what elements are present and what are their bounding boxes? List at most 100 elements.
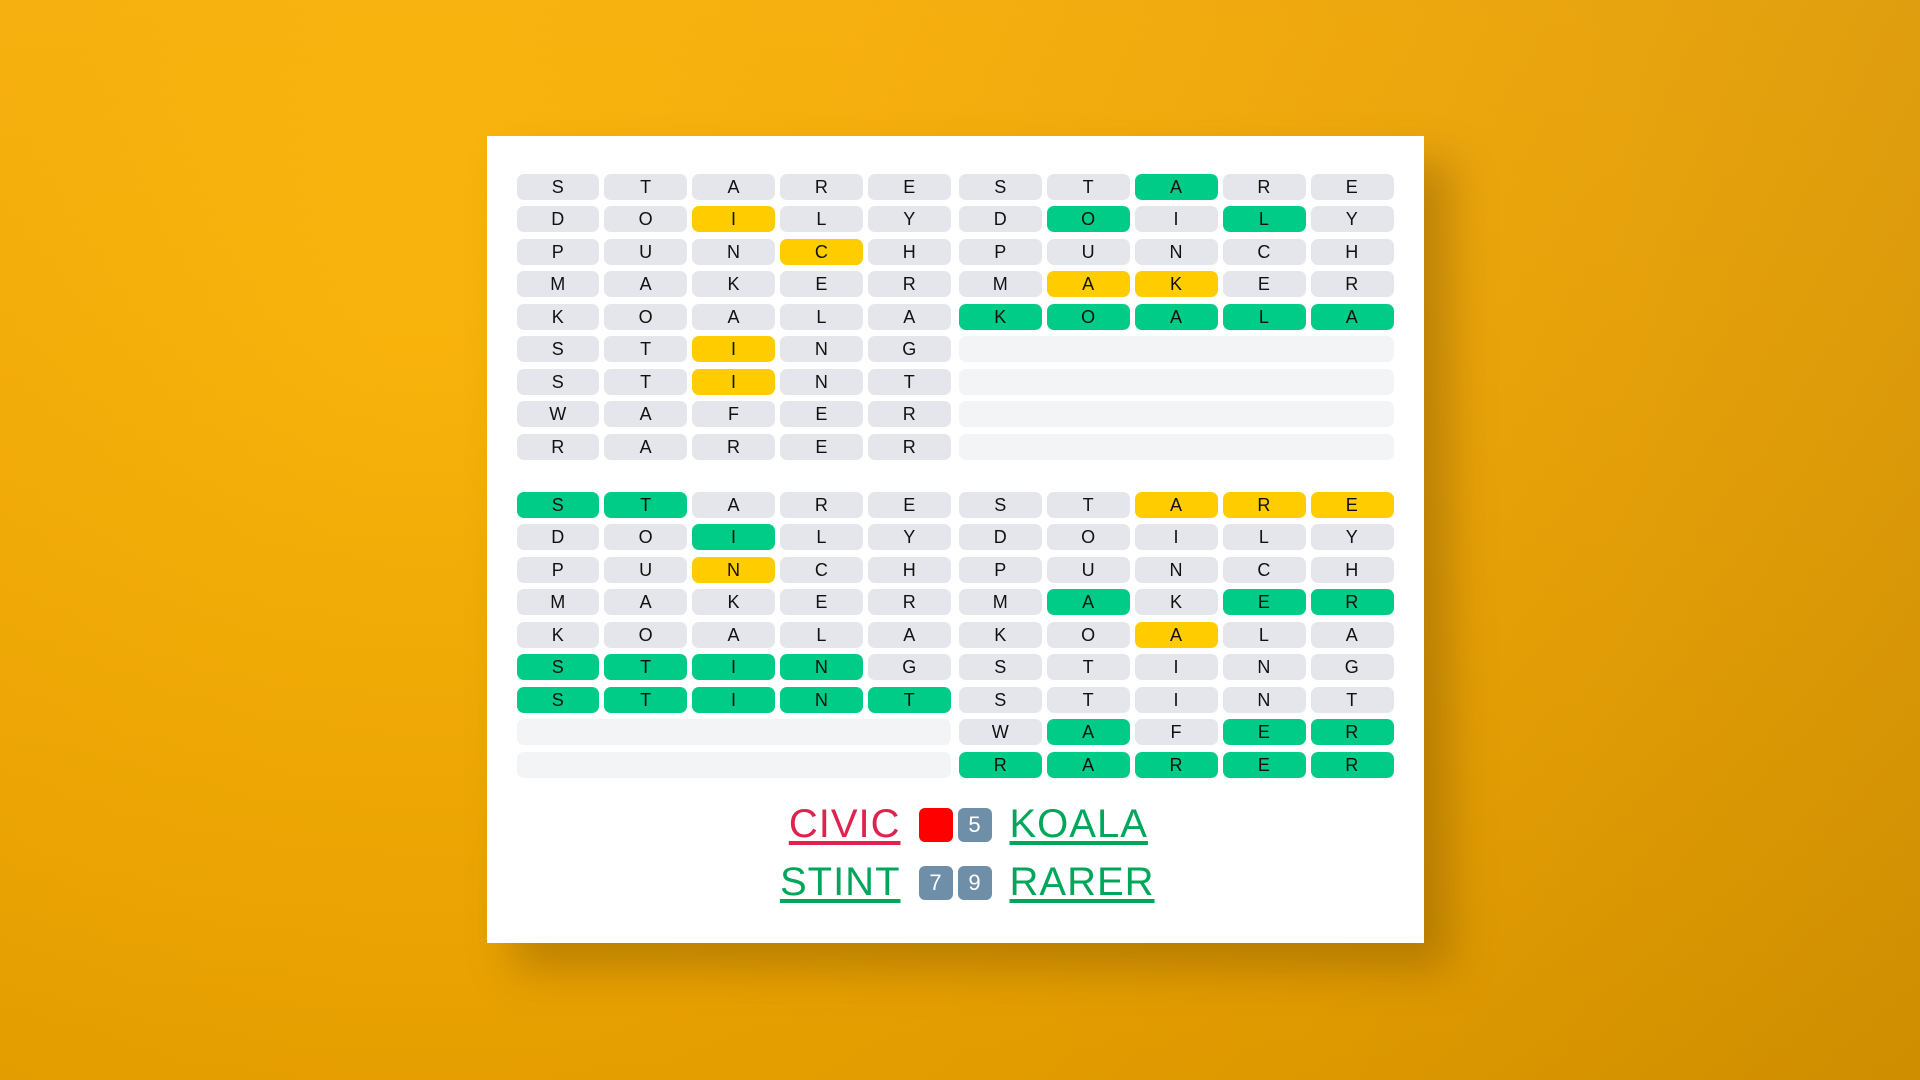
guess-row: STARE (516, 173, 951, 200)
letter-tile: A (604, 589, 688, 615)
letter-tile: N (1222, 686, 1306, 713)
letter-tile: O (1046, 206, 1130, 232)
letter-tile: I (692, 368, 776, 395)
letter-tile: T (1310, 686, 1394, 713)
letter-tile: T (868, 368, 951, 395)
letter-tile: C (1222, 238, 1306, 265)
letter-tile: R (868, 271, 951, 297)
letter-tile: L (780, 303, 864, 330)
letter-tile: K (516, 303, 600, 330)
grid-top-right: STAREDOILYPUNCHMAKERKOALA (959, 173, 1394, 460)
letter-tile: N (780, 368, 864, 395)
letter-tile: K (1134, 589, 1218, 615)
letter-tile: E (780, 401, 864, 427)
letter-tile: E (1222, 751, 1306, 778)
guess-row-empty (516, 719, 951, 745)
letter-tile: R (1310, 719, 1394, 745)
quordle-results-card: STAREDOILYPUNCHMAKERKOALASTINGSTINTWAFER… (486, 135, 1424, 943)
letter-tile: Y (868, 524, 951, 550)
letter-tile: S (516, 173, 600, 200)
answer-word-stint: STINT (779, 860, 901, 904)
letter-tile: I (692, 654, 776, 680)
guess-row: PUNCH (516, 556, 951, 583)
letter-tile: H (1310, 556, 1394, 583)
letter-tile: L (780, 206, 864, 232)
letter-tile: A (868, 621, 951, 648)
letter-tile: R (868, 589, 951, 615)
letter-tile: M (516, 589, 600, 615)
guess-row: DOILY (516, 524, 951, 550)
letter-tile: G (868, 654, 951, 680)
letter-tile: H (1310, 238, 1394, 265)
letter-tile: K (692, 271, 776, 297)
letter-tile: E (780, 433, 864, 460)
quordle-grids: STAREDOILYPUNCHMAKERKOALASTINGSTINTWAFER… (487, 136, 1424, 778)
badge-group-2: 7 9 (918, 865, 992, 900)
guess-row: RARER (959, 751, 1394, 778)
guess-row: MAKER (959, 271, 1394, 297)
guess-row: STARE (959, 173, 1394, 200)
guess-row: DOILY (959, 524, 1394, 550)
guess-row: KOALA (959, 621, 1394, 648)
answers-footer: CIVIC 5 KOALA STINT 7 9 RARER (487, 778, 1424, 943)
letter-tile: O (604, 206, 688, 232)
letter-tile: A (1046, 751, 1130, 778)
letter-tile: U (604, 556, 688, 583)
letter-tile: A (692, 303, 776, 330)
grid-bottom-right: STAREDOILYPUNCHMAKERKOALASTINGSTINTWAFER… (959, 491, 1394, 778)
guess-row: STING (516, 654, 951, 680)
guess-row: STING (959, 654, 1394, 680)
letter-tile: K (516, 621, 600, 648)
letter-tile: A (868, 303, 951, 330)
letter-tile: D (959, 206, 1042, 232)
guess-row: MAKER (516, 271, 951, 297)
letter-tile: R (868, 401, 951, 427)
letter-tile: N (1222, 654, 1306, 680)
guess-row-empty (516, 751, 951, 778)
letter-tile: A (1310, 303, 1394, 330)
letter-tile: C (780, 556, 864, 583)
letter-tile: M (959, 589, 1042, 615)
letter-tile: T (1046, 173, 1130, 200)
letter-tile: I (692, 206, 776, 232)
letter-tile: D (959, 524, 1042, 550)
letter-tile: T (604, 686, 688, 713)
letter-tile: U (604, 238, 688, 265)
letter-tile: E (780, 271, 864, 297)
guess-row: DOILY (959, 206, 1394, 232)
letter-tile: A (692, 173, 776, 200)
letter-tile: A (692, 491, 776, 518)
guess-row: STING (516, 336, 951, 362)
letter-tile: U (1046, 238, 1130, 265)
letter-tile: H (868, 238, 951, 265)
letter-tile: N (780, 654, 864, 680)
letter-tile: N (692, 556, 776, 583)
guess-row: PUNCH (959, 238, 1394, 265)
letter-tile: W (516, 401, 600, 427)
letter-tile: L (1222, 524, 1306, 550)
letter-tile: L (1222, 303, 1306, 330)
letter-tile: T (604, 368, 688, 395)
letter-tile: N (1134, 238, 1218, 265)
letter-tile: U (1046, 556, 1130, 583)
letter-tile: L (780, 524, 864, 550)
guess-row: MAKER (959, 589, 1394, 615)
letter-tile: T (1046, 654, 1130, 680)
letter-tile: P (959, 238, 1042, 265)
letter-tile: E (780, 589, 864, 615)
letter-tile: R (692, 433, 776, 460)
letter-tile: C (1222, 556, 1306, 583)
letter-tile: A (604, 401, 688, 427)
letter-tile: I (1134, 206, 1218, 232)
answer-word-koala: KOALA (1009, 802, 1148, 846)
letter-tile: A (1134, 173, 1218, 200)
letter-tile: A (1046, 719, 1130, 745)
letter-tile: O (1046, 524, 1130, 550)
letter-tile: S (516, 336, 600, 362)
letter-tile: R (868, 433, 951, 460)
letter-tile: A (692, 621, 776, 648)
letter-tile: L (1222, 621, 1306, 648)
letter-tile: O (604, 524, 688, 550)
letter-tile: R (959, 751, 1042, 778)
letter-tile: R (780, 491, 864, 518)
